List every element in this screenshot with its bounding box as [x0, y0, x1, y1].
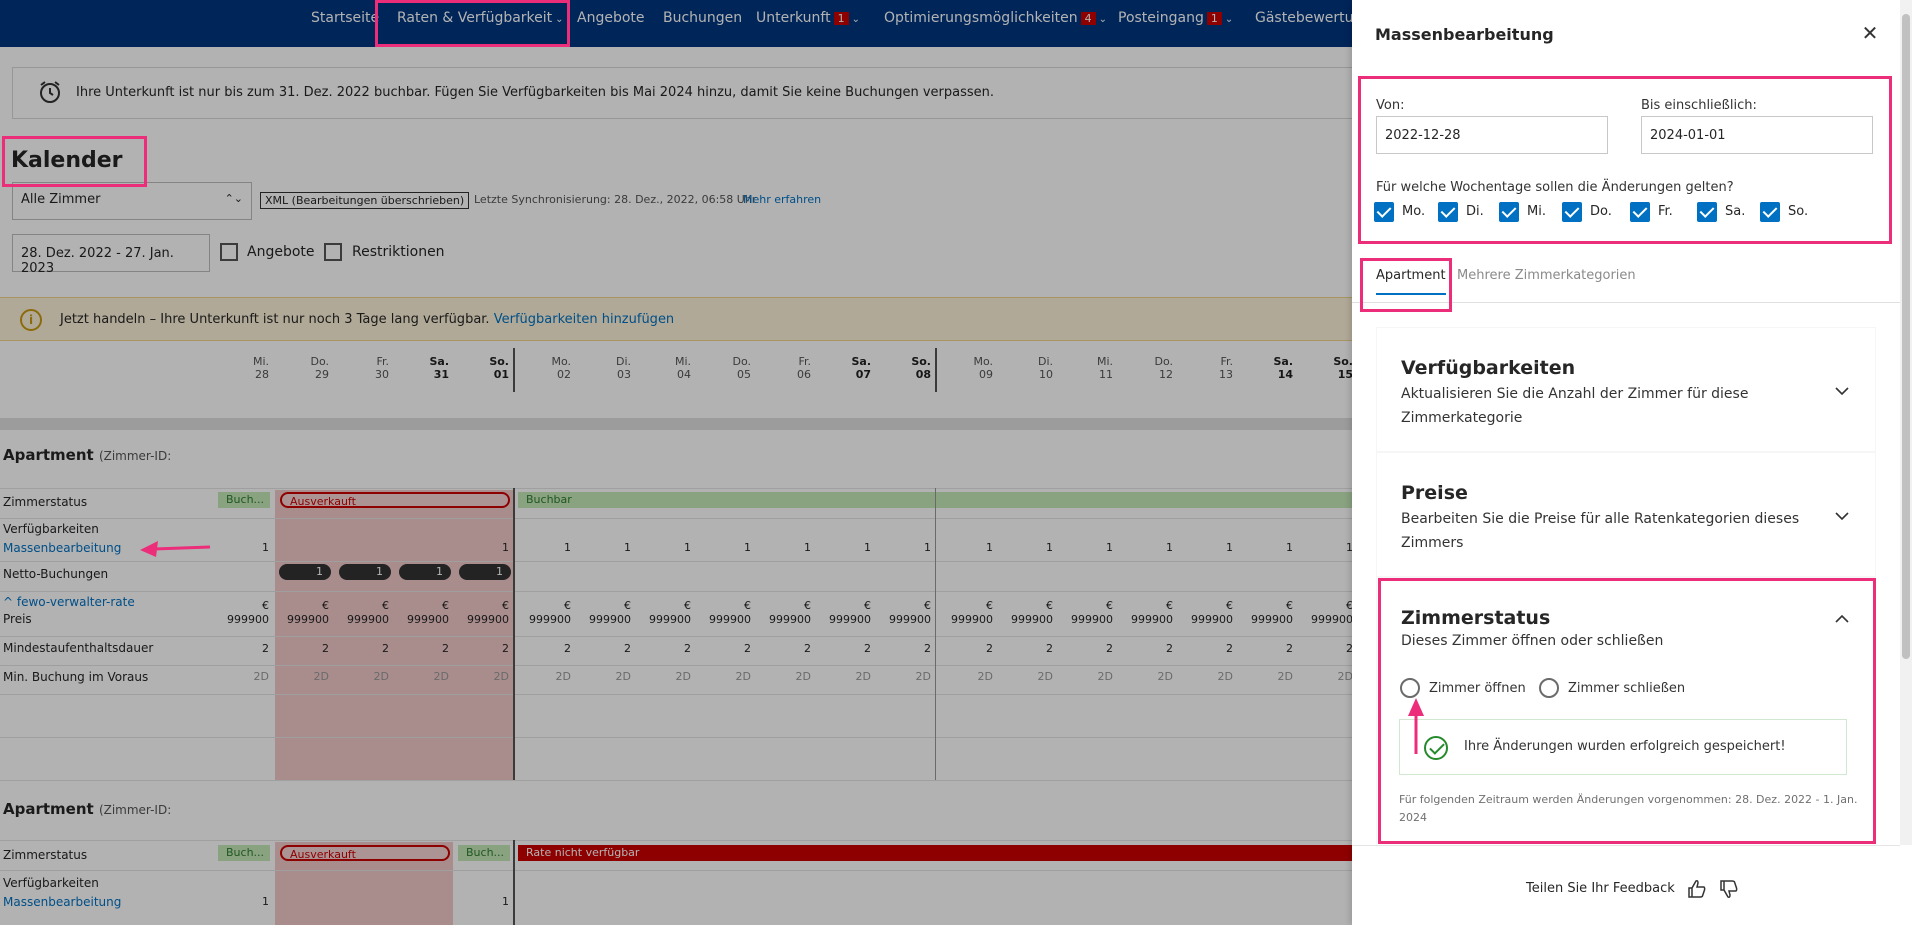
availability-desc: Aktualisieren Sie die Anzahl der Zimmer …	[1401, 386, 1749, 426]
chevron-down-icon[interactable]	[1833, 507, 1851, 525]
prices-section[interactable]: Preise Bearbeiten Sie die Preise für all…	[1377, 453, 1875, 576]
annotation-arrow-left	[140, 541, 211, 557]
modal-backdrop[interactable]	[0, 0, 1352, 925]
availability-section[interactable]: Verfügbarkeiten Aktualisieren Sie die An…	[1377, 328, 1875, 451]
highlight-page-title	[2, 136, 147, 187]
highlight-nav-rates	[375, 0, 570, 47]
availability-title: Verfügbarkeiten	[1401, 357, 1576, 379]
highlight-room-status	[1378, 578, 1876, 844]
highlight-apartment-tab	[1360, 258, 1452, 312]
drawer-title: Massenbearbeitung	[1375, 25, 1554, 44]
drawer-footer: Teilen Sie Ihr Feedback	[1352, 845, 1900, 925]
thumbs-down-icon[interactable]	[1718, 878, 1740, 900]
highlight-date-settings	[1358, 76, 1892, 244]
bulk-edit-drawer: Massenbearbeitung ✕ Von: 2022-12-28 Bis …	[1352, 0, 1912, 925]
close-icon[interactable]: ✕	[1857, 20, 1883, 46]
drawer-scrollbar[interactable]	[1900, 0, 1912, 845]
chevron-down-icon[interactable]	[1833, 382, 1851, 400]
drawer-scrollbar-thumb[interactable]	[1902, 14, 1910, 659]
prices-title: Preise	[1401, 482, 1468, 504]
tab-1[interactable]: Mehrere Zimmerkategorien	[1457, 268, 1636, 283]
feedback-label: Teilen Sie Ihr Feedback	[1526, 881, 1675, 896]
annotation-arrow-up	[1408, 698, 1424, 754]
prices-desc: Bearbeiten Sie die Preise für alle Raten…	[1401, 511, 1800, 551]
thumbs-up-icon[interactable]	[1686, 878, 1708, 900]
